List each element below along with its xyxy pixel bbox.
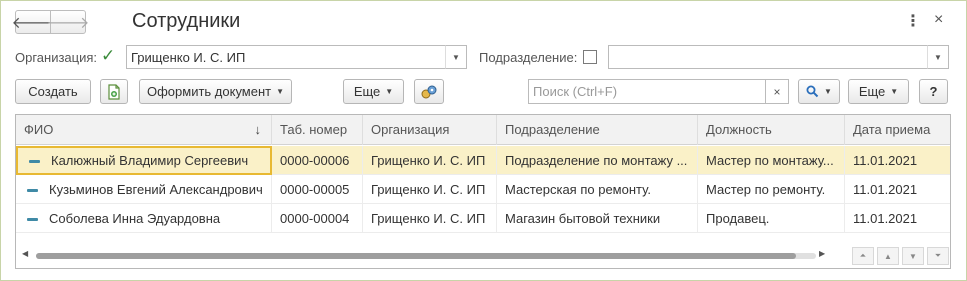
cell-department[interactable]: Мастерская по ремонту.: [497, 175, 698, 204]
caret-down-icon: ▼: [824, 87, 832, 96]
cell-department[interactable]: Магазин бытовой техники: [497, 204, 698, 233]
table-row[interactable]: Кузьминов Евгений Александрович 0000-000…: [16, 175, 950, 204]
cell-position[interactable]: Мастер по монтажу...: [698, 146, 845, 175]
horizontal-scrollbar[interactable]: [36, 253, 816, 259]
caret-down-icon: ▼: [890, 87, 899, 96]
copy-button[interactable]: [100, 79, 128, 104]
cell-department[interactable]: Подразделение по монтажу ...: [497, 146, 698, 175]
column-header-department[interactable]: Подразделение: [497, 115, 698, 145]
cell-position[interactable]: Мастер по ремонту.: [698, 175, 845, 204]
table-row[interactable]: Калюжный Владимир Сергеевич 0000-00006 Г…: [16, 146, 950, 175]
cell-organization[interactable]: Грищенко И. С. ИП: [363, 175, 497, 204]
checkmark-icon: ✓: [101, 46, 116, 65]
cell-organization[interactable]: Грищенко И. С. ИП: [363, 146, 497, 175]
search-icon: [806, 85, 819, 98]
more-menu-button-2[interactable]: Еще ▼: [848, 79, 909, 104]
search-clear-button[interactable]: ×: [765, 79, 789, 104]
department-filter-checkbox[interactable]: [583, 50, 597, 64]
cell-organization[interactable]: Грищенко И. С. ИП: [363, 204, 497, 233]
first-record-icon: ⏶: [859, 251, 867, 260]
table-row[interactable]: Соболева Инна Эдуардовна 0000-00004 Грищ…: [16, 204, 950, 233]
scroll-right-icon[interactable]: ▶: [819, 249, 825, 258]
more-menu-label: Еще: [353, 84, 381, 99]
page-title: Сотрудники: [132, 10, 241, 32]
column-header-label: ФИО: [24, 122, 54, 137]
cell-hire-date[interactable]: 11.01.2021: [845, 204, 950, 233]
copy-document-icon: [108, 83, 120, 100]
structure-button[interactable]: [414, 79, 444, 104]
cell-hire-date[interactable]: 11.01.2021: [845, 146, 950, 175]
employees-window: 🡐 🡒 Сотрудники ⋮ × Организация: ✓ Грищен…: [0, 0, 967, 281]
last-record-icon: ⏷: [934, 251, 942, 260]
cell-fio[interactable]: Соболева Инна Эдуардовна: [16, 204, 272, 233]
go-to-first-button[interactable]: ⏶: [852, 247, 874, 265]
column-header-position[interactable]: Должность: [698, 115, 845, 145]
previous-record-icon: ▲: [884, 251, 892, 261]
employees-table: ФИО ↓ Таб. номер Организация Подразделен…: [15, 114, 951, 269]
more-actions-icon[interactable]: ⋮: [905, 11, 921, 31]
cell-tab-number[interactable]: 0000-00004: [272, 204, 363, 233]
cell-tab-number[interactable]: 0000-00005: [272, 175, 363, 204]
help-label: ?: [929, 84, 938, 99]
next-record-icon: ▼: [909, 251, 917, 261]
organization-field[interactable]: Грищенко И. С. ИП: [126, 45, 446, 69]
arrow-right-icon: 🡒: [46, 14, 90, 32]
column-header-fio[interactable]: ФИО ↓: [16, 115, 272, 145]
cell-hire-date[interactable]: 11.01.2021: [845, 175, 950, 204]
department-label: Подразделение:: [479, 50, 578, 65]
department-dropdown-button[interactable]: ▼: [927, 45, 949, 69]
cell-fio[interactable]: Кузьминов Евгений Александрович: [16, 175, 272, 204]
column-header-organization[interactable]: Организация: [363, 115, 497, 145]
go-to-previous-button[interactable]: ▲: [877, 247, 899, 265]
scrollbar-thumb[interactable]: [36, 253, 796, 259]
search-options-button[interactable]: ▼: [798, 79, 840, 104]
organization-label: Организация:: [15, 50, 98, 65]
caret-down-icon: ▼: [276, 87, 285, 96]
go-to-last-button[interactable]: ⏷: [927, 247, 949, 265]
more-menu-label-2: Еще: [858, 84, 886, 99]
issue-document-label: Оформить документ: [146, 84, 272, 99]
create-button-label: Создать: [28, 84, 78, 99]
forward-button[interactable]: 🡒: [47, 10, 89, 34]
scroll-left-icon[interactable]: ◀: [22, 249, 28, 258]
org-structure-icon: [421, 85, 437, 98]
close-icon[interactable]: ×: [934, 11, 943, 29]
create-button[interactable]: Создать: [15, 79, 91, 104]
chevron-down-icon: ▼: [934, 52, 942, 62]
cell-fio-text: Кузьминов Евгений Александрович: [49, 182, 263, 197]
help-button[interactable]: ?: [919, 79, 948, 104]
sort-down-icon: ↓: [254, 122, 262, 137]
search-input[interactable]: Поиск (Ctrl+F): [528, 79, 766, 104]
more-menu-button[interactable]: Еще ▼: [343, 79, 404, 104]
cell-fio[interactable]: Калюжный Владимир Сергеевич: [16, 146, 272, 175]
cell-position[interactable]: Продавец.: [698, 204, 845, 233]
cell-fio-text: Соболева Инна Эдуардовна: [49, 211, 221, 226]
column-header-tab-number[interactable]: Таб. номер: [272, 115, 363, 145]
employee-row-icon: [27, 218, 38, 222]
organization-dropdown-button[interactable]: ▼: [445, 45, 467, 69]
column-header-hire-date[interactable]: Дата приема: [845, 115, 950, 145]
cell-tab-number[interactable]: 0000-00006: [272, 146, 363, 175]
table-header: ФИО ↓ Таб. номер Организация Подразделен…: [16, 115, 950, 145]
department-field[interactable]: [608, 45, 928, 69]
cell-fio-text: Калюжный Владимир Сергеевич: [51, 153, 249, 168]
issue-document-button[interactable]: Оформить документ ▼: [139, 79, 292, 104]
chevron-down-icon: ▼: [452, 52, 460, 62]
caret-down-icon: ▼: [385, 87, 394, 96]
go-to-next-button[interactable]: ▼: [902, 247, 924, 265]
employee-row-icon: [29, 160, 40, 164]
employee-row-icon: [27, 189, 38, 193]
close-icon: ×: [773, 84, 781, 99]
